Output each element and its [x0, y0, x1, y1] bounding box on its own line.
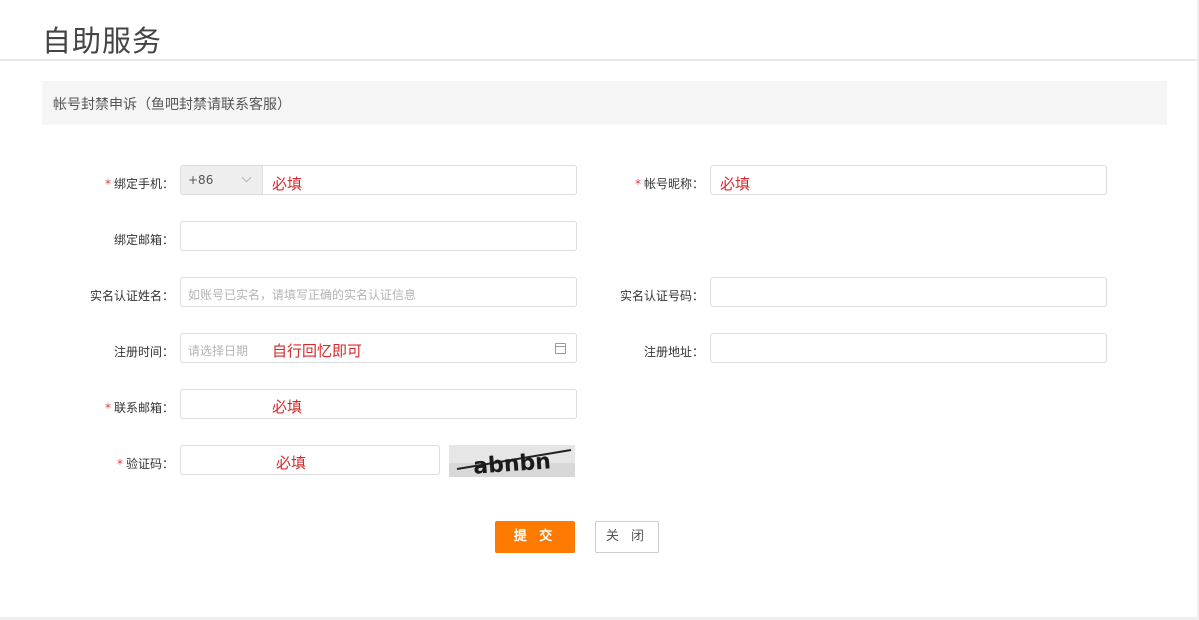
captcha-text: abnbn — [472, 449, 551, 477]
nickname-label: * 帐号昵称： — [634, 177, 704, 191]
chevron-down-icon — [241, 172, 252, 183]
section-header: 帐号封禁申诉（鱼吧封禁请联系客服） — [42, 81, 1167, 125]
close-button[interactable]: 关 闭 — [595, 521, 659, 553]
submit-button[interactable]: 提 交 — [495, 521, 575, 553]
captcha-label: * 验证码： — [116, 457, 174, 471]
required-star: * — [104, 401, 111, 415]
real-name-input[interactable]: 如账号已实名，请填写正确的实名认证信息 — [180, 277, 577, 307]
required-star: * — [634, 177, 641, 191]
section-title: 帐号封禁申诉（鱼吧封禁请联系客服） — [53, 97, 291, 113]
contact-email-hint: 必填 — [272, 398, 303, 416]
phone-label: * 绑定手机： — [104, 177, 174, 191]
bind-email-label: 绑定邮箱： — [113, 233, 174, 247]
country-code-value: +86 — [188, 173, 214, 187]
bind-email-input[interactable] — [180, 221, 577, 251]
reg-time-hint: 自行回忆即可 — [272, 342, 363, 360]
id-number-input[interactable] — [710, 277, 1107, 307]
real-name-placeholder: 如账号已实名，请填写正确的实名认证信息 — [188, 288, 417, 302]
captcha-image[interactable]: abnbn — [449, 445, 575, 477]
contact-email-input[interactable]: 必填 — [180, 389, 577, 419]
reg-time-placeholder: 请选择日期 — [188, 344, 249, 358]
contact-email-label: * 联系邮箱： — [104, 401, 174, 415]
country-code-select[interactable]: +86 — [181, 166, 263, 194]
captcha-hint: 必填 — [276, 454, 307, 472]
title-divider — [0, 59, 1197, 61]
required-star: * — [116, 457, 123, 471]
phone-field: +86 必填 — [180, 165, 577, 195]
nickname-hint: 必填 — [720, 175, 751, 193]
reg-address-input[interactable] — [710, 333, 1107, 363]
page-title: 自助服务 — [42, 24, 163, 58]
required-star: * — [104, 177, 111, 191]
real-name-label: 实名认证姓名： — [89, 289, 174, 303]
reg-time-date-picker[interactable]: 请选择日期 自行回忆即可 — [180, 333, 577, 363]
id-number-label: 实名认证号码： — [619, 289, 704, 303]
reg-time-label: 注册时间： — [113, 345, 174, 359]
phone-input[interactable]: 必填 — [272, 173, 302, 194]
captcha-input[interactable]: 必填 — [180, 445, 440, 475]
reg-address-label: 注册地址： — [643, 345, 704, 359]
nickname-input[interactable]: 必填 — [710, 165, 1107, 195]
calendar-icon[interactable] — [555, 343, 566, 354]
